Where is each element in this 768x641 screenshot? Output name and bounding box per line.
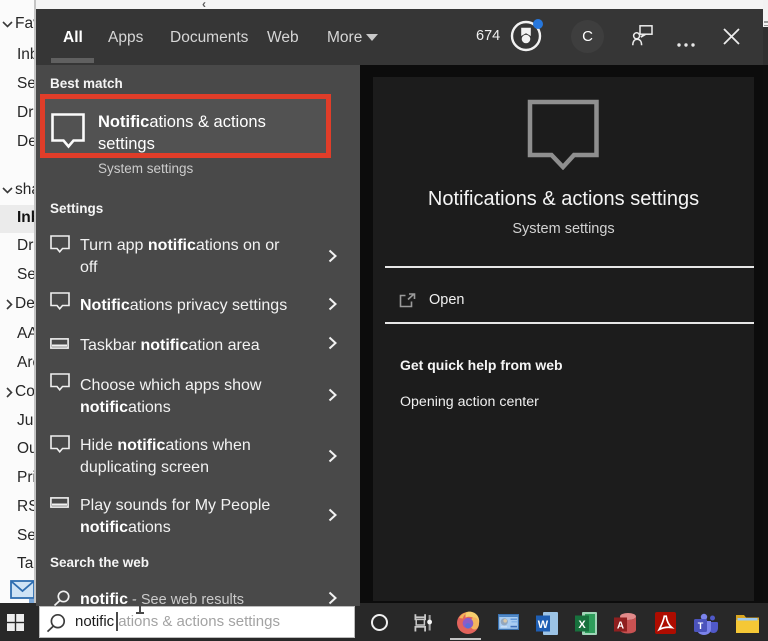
- svg-text:X: X: [578, 619, 586, 631]
- svg-text:T: T: [698, 621, 704, 631]
- svg-text:W: W: [538, 619, 549, 631]
- svg-text:A: A: [617, 621, 624, 632]
